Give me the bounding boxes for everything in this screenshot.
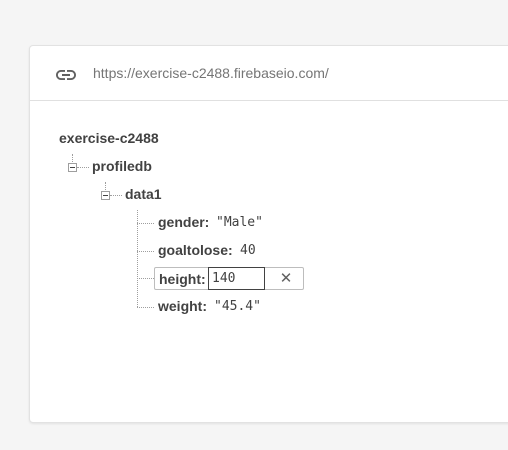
tree-connector	[137, 223, 154, 224]
field-key-height: height:	[159, 271, 206, 287]
root-node-label[interactable]: exercise-c2488	[59, 130, 159, 146]
field-key-goaltolose[interactable]: goaltolose:	[158, 242, 233, 258]
tree-connector	[77, 167, 89, 168]
tree-connector	[110, 195, 122, 196]
tree-connector	[137, 251, 154, 252]
database-url[interactable]: https://exercise-c2488.firebaseio.com/	[93, 65, 329, 81]
field-value-gender[interactable]: "Male"	[216, 215, 263, 230]
tree-connector	[137, 278, 154, 279]
collapse-toggle-profiledb[interactable]	[68, 163, 77, 172]
database-url-bar: https://exercise-c2488.firebaseio.com/	[30, 46, 508, 101]
tree-connector	[137, 307, 154, 308]
field-key-weight[interactable]: weight:	[158, 298, 207, 314]
height-edit-row: height: ✕	[154, 267, 304, 290]
field-value-goaltolose[interactable]: 40	[240, 243, 256, 258]
tree-connector	[137, 210, 138, 307]
link-icon[interactable]	[54, 63, 78, 87]
collapse-toggle-data1[interactable]	[101, 191, 110, 200]
database-panel: https://exercise-c2488.firebaseio.com/ e…	[29, 45, 508, 423]
field-key-gender[interactable]: gender:	[158, 214, 209, 230]
field-value-weight[interactable]: "45.4"	[214, 299, 261, 314]
close-icon[interactable]: ✕	[276, 269, 296, 289]
node-label-profiledb[interactable]: profiledb	[92, 158, 152, 174]
node-label-data1[interactable]: data1	[125, 186, 162, 202]
height-value-input[interactable]	[208, 267, 265, 290]
